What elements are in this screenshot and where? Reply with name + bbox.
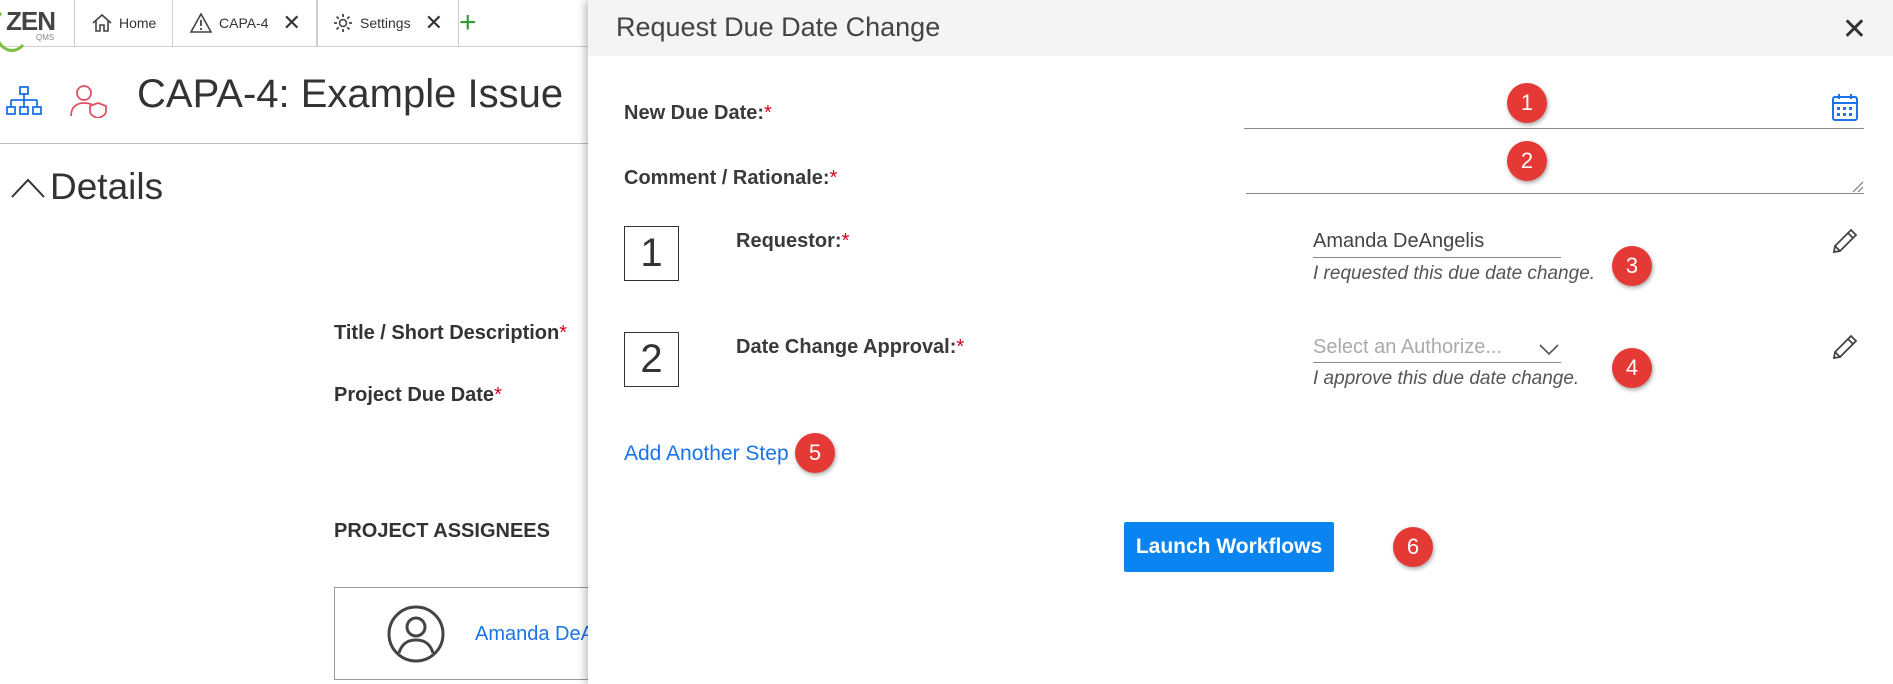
assignee-link[interactable]: Amanda DeA: [475, 623, 594, 646]
authorizer-underline: [1313, 362, 1561, 363]
chevron-down-icon: [1539, 344, 1559, 356]
hierarchy-icon[interactable]: [6, 86, 42, 118]
page-title: CAPA-4: Example Issue: [137, 72, 564, 116]
requestor-underline: [1313, 257, 1561, 258]
approval-note: I approve this due date change.: [1313, 368, 1580, 389]
callout-badge-6: 6: [1393, 527, 1433, 567]
tab-capa-4-label: CAPA-4: [219, 15, 269, 31]
comment-rationale-input[interactable]: [1246, 150, 1864, 192]
new-due-date-label: New Due Date:*: [624, 102, 772, 124]
edit-pencil-icon[interactable]: [1830, 332, 1860, 362]
callout-badge-3: 3: [1612, 246, 1652, 286]
requestor-note: I requested this due date change.: [1313, 263, 1596, 284]
user-avatar-icon: [387, 605, 445, 663]
date-change-approval-label: Date Change Approval:*: [736, 336, 965, 358]
gear-icon: [334, 14, 352, 32]
launch-workflows-button[interactable]: Launch Workflows: [1124, 522, 1334, 572]
title-field-label: Title / Short Description*: [334, 322, 568, 344]
add-another-step-link[interactable]: Add Another Step: [624, 442, 789, 466]
assignees-heading: PROJECT ASSIGNEES: [334, 520, 550, 542]
edit-pencil-icon[interactable]: [1830, 226, 1860, 256]
new-due-date-input[interactable]: [1244, 90, 1864, 128]
comment-underline: [1246, 193, 1864, 194]
warning-icon: [189, 12, 213, 33]
requestor-label: Requestor:*: [736, 230, 850, 252]
new-due-date-underline: [1244, 128, 1864, 129]
details-section-toggle[interactable]: Details: [10, 166, 163, 208]
close-icon[interactable]: ✕: [1842, 12, 1867, 47]
user-shield-icon[interactable]: [70, 84, 108, 119]
resize-handle-icon[interactable]: [1852, 181, 1864, 193]
page-icons: [6, 84, 108, 123]
authorizer-select[interactable]: Select an Authorize...: [1313, 336, 1561, 364]
chevron-up-icon: [11, 178, 45, 198]
step-number-2: 2: [624, 332, 679, 387]
tab-home-label: Home: [119, 15, 157, 31]
callout-badge-1: 1: [1507, 83, 1547, 123]
request-due-date-change-dialog: Request Due Date Change ✕ New Due Date:*…: [588, 0, 1893, 684]
close-tab-settings-icon[interactable]: ✕: [425, 12, 443, 34]
add-tab-icon[interactable]: +: [459, 6, 477, 40]
logo-sub: QMS: [36, 33, 55, 42]
step-number-1: 1: [624, 226, 679, 281]
tab-settings-label: Settings: [360, 15, 411, 31]
tab-settings[interactable]: Settings ✕: [317, 0, 459, 46]
due-date-field-label: Project Due Date*: [334, 384, 502, 406]
callout-badge-5: 5: [795, 433, 835, 473]
zenqms-logo[interactable]: ZEN QMS: [0, 2, 70, 52]
close-tab-capa-4-icon[interactable]: ✕: [283, 12, 301, 34]
callout-badge-2: 2: [1507, 141, 1547, 181]
details-heading: Details: [50, 166, 164, 207]
requestor-value: Amanda DeAngelis: [1313, 230, 1485, 252]
calendar-icon[interactable]: [1831, 92, 1859, 122]
home-icon: [92, 13, 112, 32]
dialog-title: Request Due Date Change: [616, 12, 941, 42]
comment-rationale-label: Comment / Rationale:*: [624, 167, 838, 189]
tab-home[interactable]: Home: [74, 0, 172, 46]
authorizer-placeholder: Select an Authorize...: [1313, 336, 1503, 358]
tab-capa-4[interactable]: CAPA-4 ✕: [172, 0, 317, 46]
callout-badge-4: 4: [1612, 348, 1652, 388]
divider: [0, 143, 600, 144]
